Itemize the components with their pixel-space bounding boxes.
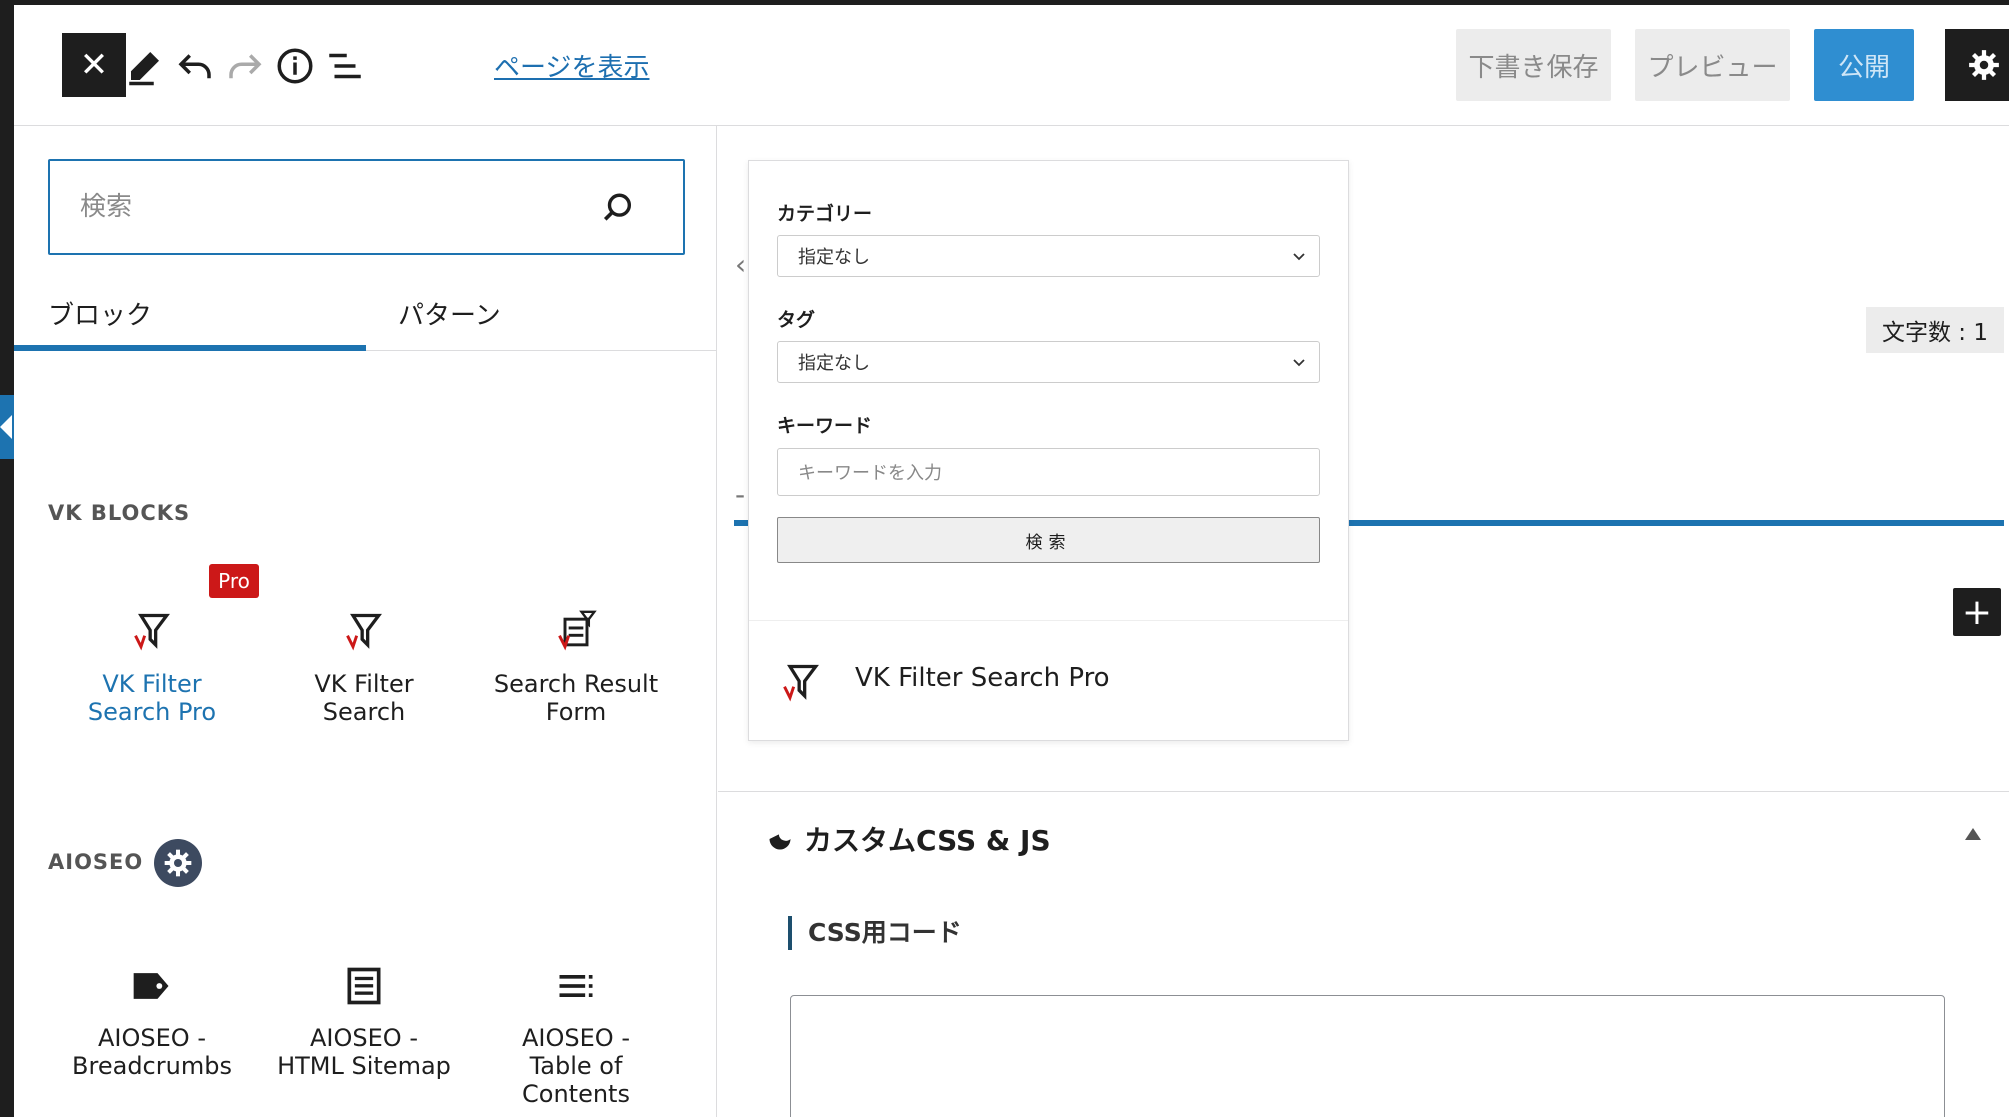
word-count-badge: 文字数 : 1 [1866,307,2004,353]
preview-tag-label: タグ [777,309,816,331]
preview-category-select: 指定なし [777,235,1320,277]
block-aioseo-html-sitemap[interactable]: AIOSEO - HTML Sitemap [264,964,464,1080]
save-draft-button[interactable]: 下書き保存 [1456,29,1611,101]
gear-icon [1969,50,1999,80]
block-label-line1: Search Result [493,670,659,698]
undo-button[interactable] [172,43,218,89]
chevron-down-icon [1293,359,1305,367]
block-label-line2: Table of [529,1052,623,1080]
info-icon [277,48,313,84]
block-label-line3: Contents [522,1080,630,1108]
obscured-content-fragment: ‹ [735,248,747,281]
pro-badge: Pro [209,564,259,598]
block-label-line2: Search [322,698,406,726]
block-label-line1: AIOSEO - [98,1024,206,1052]
block-aioseo-table-of-contents[interactable]: AIOSEO - Table of Contents [476,964,676,1108]
css-code-label: CSS用コード [788,916,962,950]
preview-keyword-input: キーワードを入力 [777,448,1320,496]
search-icon [603,193,632,221]
preview-card-footer: VK Filter Search Pro [749,620,1348,740]
redo-icon [229,54,262,79]
block-vk-filter-search-pro[interactable]: VK Filter Search Pro [52,610,252,726]
block-inserter-panel: ブロック パターン VK BLOCKS Pro VK Filter Search… [14,126,717,1117]
block-label-line2: Form [545,698,607,726]
admin-sidebar-active-indicator [0,395,14,459]
details-button[interactable] [272,43,318,89]
block-label-line1: VK Filter [102,670,202,698]
publish-button[interactable]: 公開 [1814,29,1914,101]
block-search-result-form[interactable]: Search Result Form [476,610,676,726]
preview-block-title: VK Filter Search Pro [855,663,1110,693]
aioseo-logo-icon [154,839,202,887]
block-aioseo-breadcrumbs[interactable]: AIOSEO - Breadcrumbs [52,964,252,1080]
list-view-button[interactable] [322,43,368,89]
breadcrumbs-icon [133,973,169,999]
settings-button[interactable] [1945,29,2009,101]
block-label-line2: HTML Sitemap [277,1052,451,1080]
tab-blocks[interactable]: ブロック [48,276,152,351]
undo-icon [178,54,211,79]
preview-category-label: カテゴリー [777,203,873,225]
metabox-title-text: カスタムCSS & JS [804,824,1051,857]
search-result-form-icon [558,610,597,651]
preview-keyword-label: キーワード [777,415,873,437]
custom-css-icon [769,834,791,850]
edit-tool-button[interactable] [122,43,168,89]
block-preview-card: カテゴリー 指定なし タグ 指定なし キーワード キーワードを入力 検索 VK … [748,160,1349,741]
preview-tag-select: 指定なし [777,341,1320,383]
redo-button[interactable] [222,43,268,89]
active-tab-indicator [14,345,366,351]
filter-search-pro-icon [134,613,170,651]
obscured-content-fragment: - [735,478,746,511]
preview-button[interactable]: プレビュー [1635,29,1790,101]
inserter-tabs: ブロック パターン [14,276,717,351]
css-code-textarea[interactable] [790,995,1945,1117]
block-label-line1: VK Filter [314,670,414,698]
admin-sidebar-edge [0,0,14,1117]
pencil-icon [129,52,159,86]
filter-search-pro-icon [783,664,819,702]
list-view-icon [329,53,361,79]
collapse-toggle-icon[interactable] [1965,828,1981,840]
view-page-link[interactable]: ページを表示 [494,47,649,84]
preview-tag-value: 指定なし [798,353,870,374]
block-label-line2: Search Pro [87,698,217,726]
editor-header: ✕ ページを表示 下書き保存 プレビュー 公開 [14,5,2009,126]
custom-css-js-metabox: カスタムCSS & JS CSS用コード [718,791,2009,1117]
preview-search-button: 検索 [777,517,1320,563]
section-title-aioseo: AIOSEO [48,850,144,874]
block-label-line1: AIOSEO - [522,1024,630,1052]
filter-search-icon [346,613,382,651]
block-search-input[interactable] [50,161,610,253]
sitemap-list-icon [347,967,381,1005]
close-inserter-button[interactable]: ✕ [62,33,126,97]
metabox-title[interactable]: カスタムCSS & JS [766,819,1051,859]
chevron-down-icon [1293,253,1305,261]
block-label-line1: AIOSEO - [310,1024,418,1052]
block-search [48,159,685,255]
add-block-button[interactable]: + [1953,588,2001,636]
preview-category-value: 指定なし [798,247,870,268]
block-label-line2: Breadcrumbs [72,1052,232,1080]
tab-patterns[interactable]: パターン [398,276,501,351]
section-title-vk-blocks: VK BLOCKS [48,501,191,525]
table-of-contents-icon [559,975,593,997]
block-vk-filter-search[interactable]: VK Filter Search [264,610,464,726]
